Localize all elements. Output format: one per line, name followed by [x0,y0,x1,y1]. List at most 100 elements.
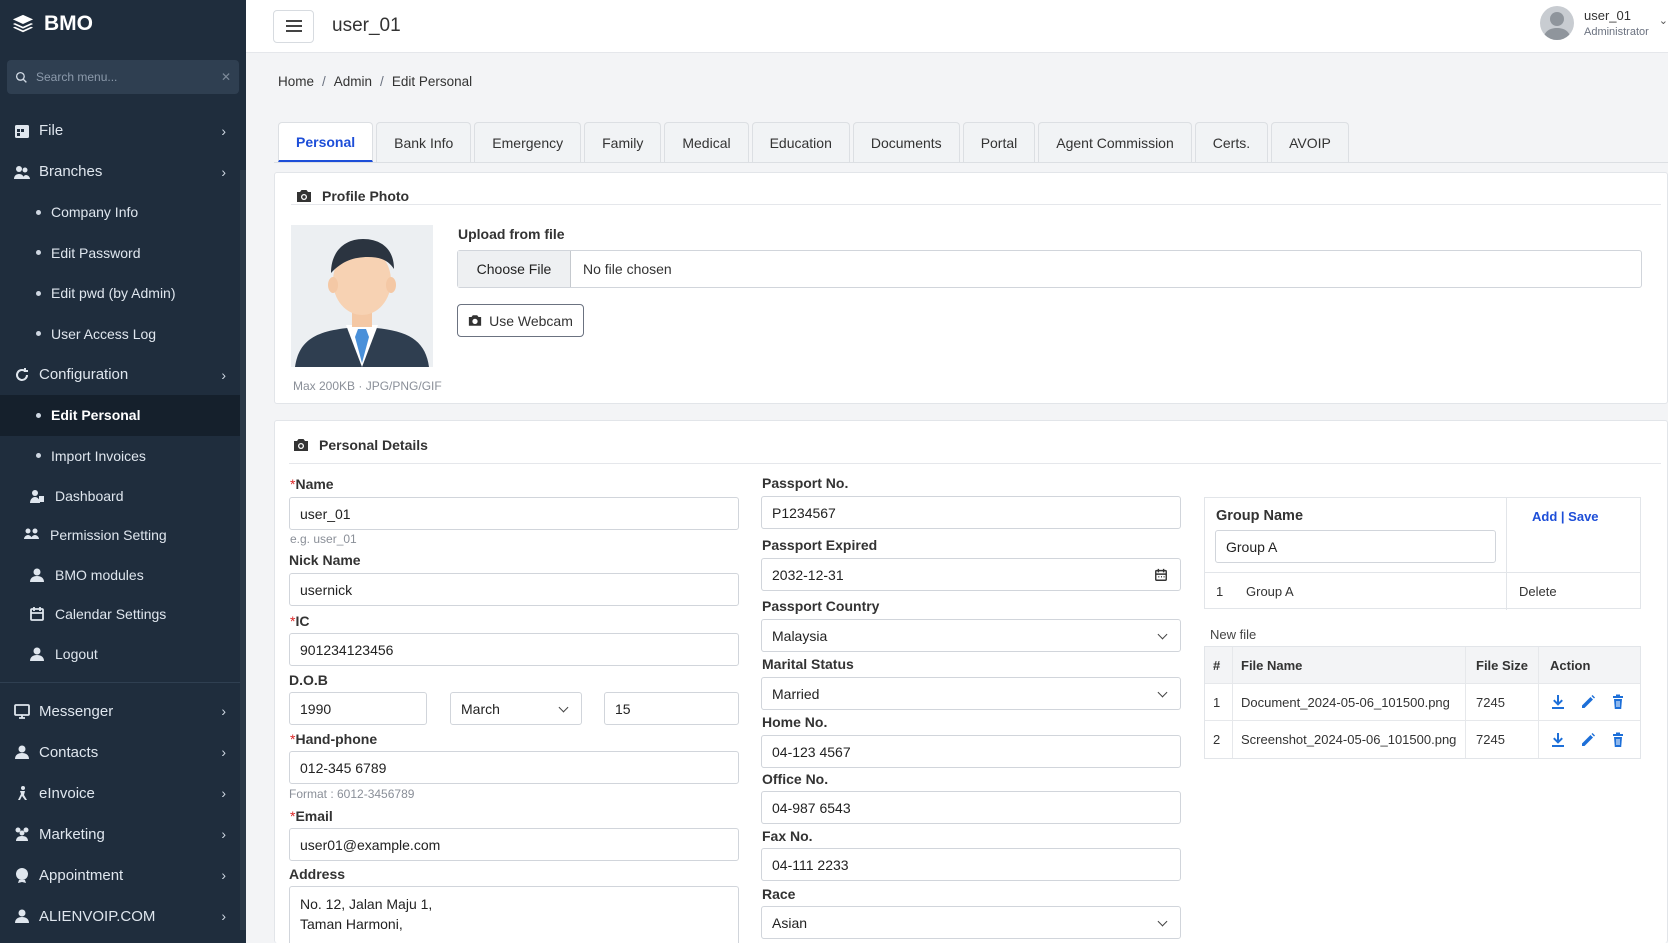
trash-icon[interactable] [1610,694,1626,710]
file-status: No file chosen [583,261,672,277]
sidebar-item-bmo-modules[interactable]: BMO modules [0,555,246,595]
sidebar-item-company-info[interactable]: Company Info [0,192,246,233]
sidebar-item-user-access-log[interactable]: User Access Log [0,314,246,355]
passport-country-label: Passport Country [762,598,880,614]
breadcrumb-home[interactable]: Home [278,74,314,89]
calendar-icon[interactable] [1154,568,1168,582]
tab-documents[interactable]: Documents [852,122,960,162]
sidebar-item-label: Edit Password [51,244,141,261]
sidebar-item-edit-password[interactable]: Edit Password [0,233,246,274]
address-field[interactable]: No. 12, Jalan Maju 1, Taman Harmoni, [289,886,739,943]
file-input[interactable]: Choose File No file chosen [457,250,1642,288]
sidebar-item-label: File [39,122,64,139]
home-no-field[interactable]: 04-123 4567 [761,735,1181,768]
webcam-icon [468,315,482,326]
tab-portal[interactable]: Portal [962,122,1036,162]
choose-file-button[interactable]: Choose File [458,251,571,287]
sidebar-item-contacts[interactable]: Contacts › [0,732,246,773]
marital-status-select[interactable]: Married [761,677,1181,710]
ic-field[interactable]: 901234123456 [289,633,739,666]
race-select[interactable]: Asian [761,906,1181,939]
tab-emergency[interactable]: Emergency [474,122,582,162]
user-icon [30,647,44,661]
delete-group-button[interactable]: Delete [1519,584,1557,599]
email-label: *Email [290,808,333,824]
user-menu[interactable]: user_01 Administrator ⌄ [1539,6,1668,40]
passport-country-select[interactable]: Malaysia [761,619,1181,652]
dob-day-field[interactable]: 15 [604,692,739,725]
sidebar-item-calendar-settings[interactable]: Calendar Settings [0,595,246,635]
table-row: 1 Group A Delete [1205,573,1640,610]
sidebar-item-label: BMO modules [55,566,144,583]
group-name-input[interactable]: Group A [1215,530,1496,563]
chevron-right-icon: › [221,908,226,924]
passport-expired-field[interactable]: 2032-12-31 [761,558,1181,591]
sidebar-item-label: Dashboard [55,487,124,504]
add-group-button[interactable]: Add [1532,509,1557,524]
use-webcam-button[interactable]: Use Webcam [457,304,584,337]
column-header: File Size [1465,647,1538,683]
name-field[interactable]: user_01 [289,497,739,530]
handphone-field[interactable]: 012-345 6789 [289,751,739,784]
sidebar-item-edit-pwd-admin[interactable]: Edit pwd (by Admin) [0,273,246,314]
office-no-field[interactable]: 04-987 6543 [761,791,1181,824]
profile-photo-card: Profile Photo [274,172,1668,404]
webcam-label: Use Webcam [489,312,573,329]
email-field[interactable]: user01@example.com [289,828,739,861]
sidebar-item-einvoice[interactable]: eInvoice › [0,773,246,814]
brand[interactable]: BMO [0,0,246,48]
tab-personal[interactable]: Personal [278,122,374,162]
fax-no-field[interactable]: 04-111 2233 [761,848,1181,881]
sidebar-item-branches[interactable]: Branches › [0,151,246,192]
group-actions: Add | Save [1532,509,1599,524]
download-icon[interactable] [1550,732,1566,748]
edit-icon[interactable] [1580,694,1596,710]
tab-medical[interactable]: Medical [664,122,749,162]
breadcrumb-admin[interactable]: Admin [334,74,372,89]
tab-education[interactable]: Education [751,122,850,162]
dob-year-field[interactable]: 1990 [289,692,427,725]
handphone-hint: Format : 6012-3456789 [289,787,415,801]
save-group-button[interactable]: Save [1568,509,1598,524]
divider [289,463,1661,464]
group-name-label: Group Name [1216,508,1304,524]
dob-label: D.O.B [289,672,328,688]
sidebar-item-edit-personal[interactable]: Edit Personal [0,395,246,436]
dob-month-select[interactable]: March [450,692,582,725]
sidebar-item-messenger[interactable]: Messenger › [0,691,246,732]
nickname-field[interactable]: usernick [289,573,739,606]
menu-toggle-button[interactable] [273,9,314,43]
sidebar-item-label: Marketing [39,825,105,843]
sidebar-item-import-invoices[interactable]: Import Invoices [0,436,246,477]
user-icon [30,568,44,582]
tab-family[interactable]: Family [584,122,662,162]
tab-agent-commission[interactable]: Agent Commission [1038,122,1192,162]
sidebar-item-file[interactable]: File › [0,110,246,151]
tab-certs[interactable]: Certs. [1194,122,1269,162]
sidebar-item-configuration[interactable]: Configuration › [0,354,246,395]
sidebar-item-alienvoip[interactable]: ALIENVOIP.COM › [0,896,246,937]
search-icon [15,71,27,83]
calendar-icon [30,607,44,622]
sidebar-item-marketing[interactable]: Marketing › [0,814,246,855]
sidebar-item-appointment[interactable]: Appointment › [0,855,246,896]
edit-icon[interactable] [1580,732,1596,748]
clear-icon[interactable]: ✕ [221,70,231,84]
tab-bank-info[interactable]: Bank Info [376,122,472,162]
sidebar-scrollbar[interactable] [240,170,246,930]
passport-field[interactable]: P1234567 [761,496,1181,529]
sidebar-item-logout[interactable]: Logout [0,634,246,674]
sidebar-item-permission-setting[interactable]: Permission Setting [0,516,246,556]
upload-label: Upload from file [458,226,565,242]
trash-icon[interactable] [1610,732,1626,748]
search-input[interactable] [36,70,213,84]
tab-avoip[interactable]: AVOIP [1271,122,1349,162]
group-row-number: 1 [1216,584,1224,599]
refresh-icon [16,367,28,381]
chevron-right-icon: › [221,785,226,801]
bullet-icon [36,250,41,256]
download-icon[interactable] [1550,694,1566,710]
file-size: 7245 [1465,721,1538,758]
card-title: Profile Photo [322,188,410,204]
sidebar-item-dashboard[interactable]: Dashboard [0,476,246,516]
